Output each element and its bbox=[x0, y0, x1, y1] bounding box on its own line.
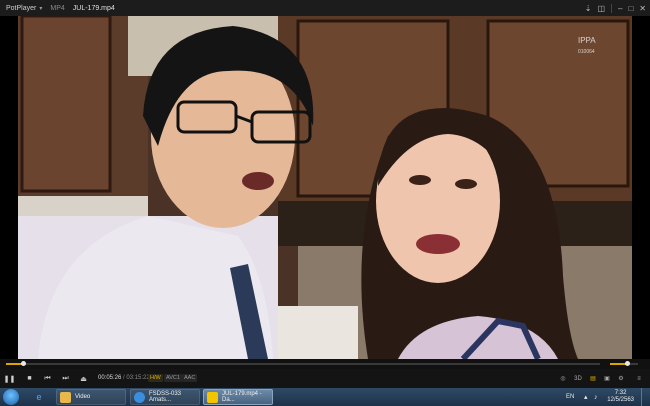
task-video[interactable]: Video bbox=[56, 389, 126, 405]
previous-icon[interactable]: ⏮ bbox=[42, 373, 53, 384]
title-bar: PotPlayer ▾ MP4 JUL-179.mp4 ⇣ ◫ – □ ✕ bbox=[0, 0, 650, 16]
format-label: MP4 bbox=[50, 4, 65, 12]
volume-slider[interactable] bbox=[610, 361, 638, 366]
next-icon[interactable]: ⏭ bbox=[60, 373, 71, 384]
show-desktop-button[interactable] bbox=[641, 388, 650, 406]
360-icon[interactable]: ◎ bbox=[558, 373, 568, 384]
current-time: 00:05:26 bbox=[98, 375, 122, 381]
stereo-icon[interactable]: ◫ bbox=[597, 4, 605, 13]
watermark-code: 010064 bbox=[578, 49, 595, 55]
volume-thumb[interactable] bbox=[624, 361, 630, 366]
minimize-icon[interactable]: – bbox=[618, 4, 622, 13]
task-label: FSDSS-033 Amats... bbox=[149, 391, 182, 403]
language-label: EN bbox=[566, 394, 575, 400]
seek-thumb[interactable] bbox=[20, 361, 26, 366]
tray-expand-icon[interactable]: ▴ bbox=[584, 388, 588, 406]
video-image: IPPA 010064 bbox=[18, 16, 632, 359]
folder-icon bbox=[60, 391, 71, 403]
control-bar: ❚❚ ■ ⏮ ⏭ ⏏ 00:05:26 / 03:15:22 H/W AVC1 … bbox=[0, 369, 650, 388]
pin-icon[interactable]: ⇣ bbox=[585, 4, 592, 13]
maximize-icon[interactable]: □ bbox=[628, 4, 633, 13]
stop-icon[interactable]: ■ bbox=[24, 373, 35, 384]
divider bbox=[611, 3, 612, 13]
volume-icon[interactable]: ♪ bbox=[594, 388, 598, 406]
playlist-icon[interactable]: ▣ bbox=[602, 373, 612, 384]
app-name: PotPlayer bbox=[6, 4, 37, 12]
pause-icon[interactable]: ❚❚ bbox=[4, 373, 16, 384]
3d-icon[interactable]: 3D bbox=[573, 373, 583, 384]
task-potplayer[interactable]: JUL-179.mp4 - Da... bbox=[203, 389, 273, 405]
seek-bar-area bbox=[0, 359, 650, 369]
chevron-down-icon: ▾ bbox=[39, 5, 43, 12]
gear-icon[interactable]: ⚙ bbox=[616, 373, 626, 384]
start-button[interactable] bbox=[3, 389, 19, 405]
task-label: Video bbox=[75, 394, 91, 400]
hw-tag[interactable]: H/W bbox=[148, 374, 163, 382]
close-icon[interactable]: ✕ bbox=[639, 4, 646, 13]
video-codec-tag[interactable]: AVC1 bbox=[164, 374, 182, 382]
taskbar: e Video FSDSS-033 Amats... JUL-179.mp4 -… bbox=[0, 388, 650, 406]
time-display: 00:05:26 / 03:15:22 bbox=[98, 375, 150, 381]
file-name: JUL-179.mp4 bbox=[72, 4, 115, 12]
app-menu[interactable]: PotPlayer ▾ bbox=[0, 5, 42, 12]
audio-codec-tag[interactable]: AAC bbox=[182, 374, 198, 382]
duration: 03:15:22 bbox=[126, 375, 150, 381]
eject-icon[interactable]: ⏏ bbox=[78, 373, 89, 384]
language-indicator[interactable]: EN bbox=[566, 388, 574, 406]
potplayer-icon bbox=[207, 391, 218, 403]
menu-icon[interactable]: ≡ bbox=[634, 373, 644, 384]
clock-time: 7:32 bbox=[614, 390, 627, 396]
clock-date: 12/5/2563 bbox=[607, 397, 634, 403]
chrome-icon bbox=[134, 391, 145, 403]
ie-icon[interactable]: e bbox=[32, 390, 46, 404]
watermark-text: IPPA bbox=[578, 36, 596, 45]
subtitle-icon[interactable]: ▤ bbox=[588, 373, 598, 384]
seek-bar[interactable] bbox=[6, 361, 600, 366]
task-chrome[interactable]: FSDSS-033 Amats... bbox=[130, 389, 200, 405]
task-label: JUL-179.mp4 - Da... bbox=[222, 391, 262, 403]
video-frame[interactable]: IPPA 010064 bbox=[18, 16, 632, 359]
clock[interactable]: 7:32 12/5/2563 bbox=[607, 390, 634, 404]
